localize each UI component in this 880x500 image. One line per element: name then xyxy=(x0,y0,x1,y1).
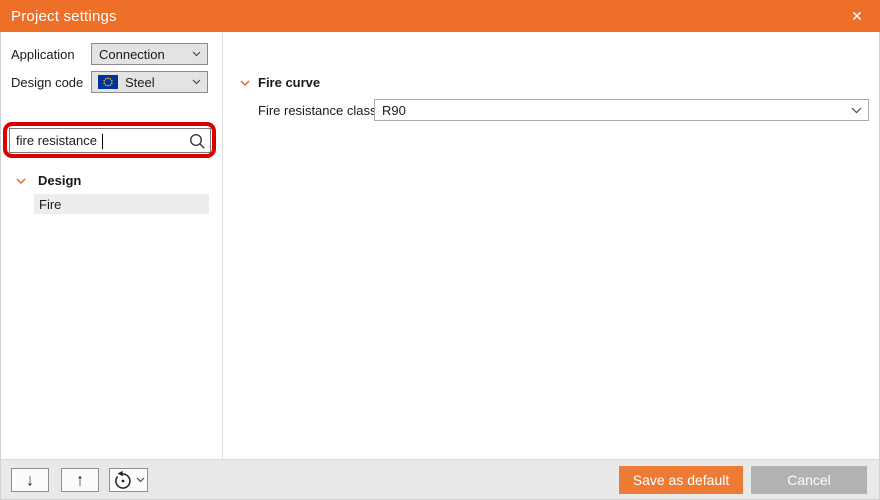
window-title: Project settings xyxy=(11,7,117,25)
fire-resistance-class-value: R90 xyxy=(382,102,406,118)
chevron-down-icon xyxy=(16,178,26,185)
rotate-ccw-icon xyxy=(113,470,133,490)
move-down-button[interactable]: ↓ xyxy=(11,468,49,492)
search-input-field[interactable] xyxy=(10,133,178,148)
design-code-select[interactable]: Steel xyxy=(91,71,208,93)
fire-resistance-class-label: Fire resistance class xyxy=(258,103,377,118)
tree-group-label: Design xyxy=(38,173,82,188)
project-settings-dialog: Project settings ✕ Application Connectio… xyxy=(0,0,880,500)
sidebar: Application Connection Design code Steel… xyxy=(1,32,223,461)
design-code-select-value: Steel xyxy=(125,74,155,90)
text-caret xyxy=(102,134,103,149)
arrow-up-icon: ↑ xyxy=(76,470,84,490)
cancel-button[interactable]: Cancel xyxy=(751,466,867,494)
chevron-down-icon xyxy=(192,79,201,85)
move-up-button[interactable]: ↑ xyxy=(61,468,99,492)
close-icon[interactable]: ✕ xyxy=(834,0,880,32)
application-select[interactable]: Connection xyxy=(91,43,208,65)
search-input[interactable] xyxy=(9,128,211,153)
reset-defaults-button[interactable] xyxy=(109,468,148,492)
chevron-down-icon xyxy=(192,51,201,57)
search-icon xyxy=(188,132,207,151)
section-title: Fire curve xyxy=(258,75,321,90)
tree-item-label: Fire xyxy=(39,196,62,212)
fire-resistance-class-select[interactable]: R90 xyxy=(374,99,869,121)
chevron-down-icon xyxy=(136,477,145,483)
application-label: Application xyxy=(11,47,75,62)
eu-flag-icon xyxy=(98,75,118,89)
titlebar[interactable]: Project settings ✕ xyxy=(0,0,880,32)
footer-bar: ↓ ↑ Save as default Cancel xyxy=(1,459,879,499)
chevron-down-icon xyxy=(851,107,862,114)
tree-group-design[interactable]: Design xyxy=(1,172,223,192)
save-as-default-button[interactable]: Save as default xyxy=(619,466,743,494)
arrow-down-icon: ↓ xyxy=(26,470,34,490)
application-select-value: Connection xyxy=(99,46,165,62)
tree-item-fire[interactable]: Fire xyxy=(34,194,209,214)
section-header-fire-curve[interactable]: Fire curve xyxy=(224,74,879,94)
chevron-down-icon xyxy=(240,80,250,87)
design-code-label: Design code xyxy=(11,75,84,90)
main-panel: Fire curve Fire resistance class R90 xyxy=(224,32,879,461)
